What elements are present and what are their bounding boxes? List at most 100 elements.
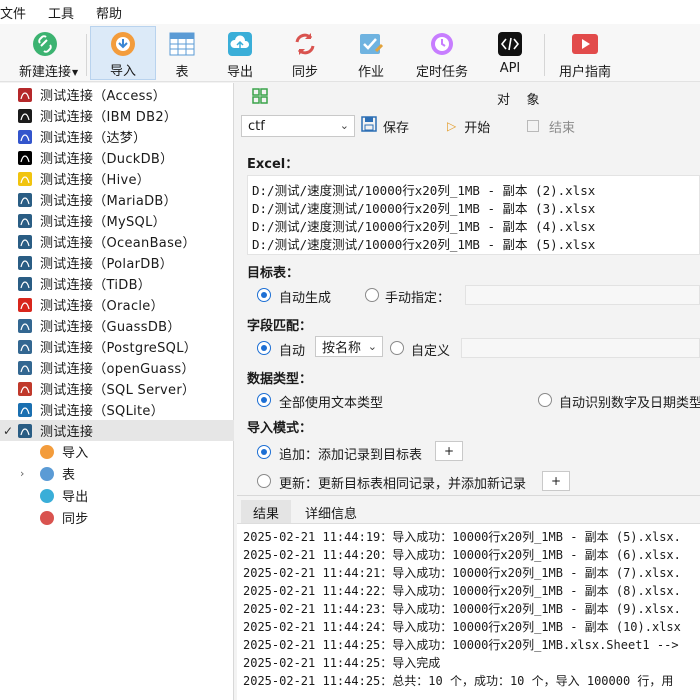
excel-file-list[interactable]: D:/测试/速度测试/10000行x20列_1MB - 副本 (2).xlsx … <box>247 175 700 255</box>
tree-item-label: 同步 <box>62 512 89 527</box>
save-button[interactable]: 保存 <box>361 115 409 137</box>
tree-item-connection[interactable]: 测试连接（达梦） <box>0 126 234 147</box>
tree-item-label: 测试连接（OceanBase） <box>40 236 196 251</box>
tree-item-connection[interactable]: 测试连接（TiDB） <box>0 273 234 294</box>
tree-item-child[interactable]: › 表 <box>0 463 234 484</box>
sync-icon <box>38 509 55 526</box>
auto-match-radio[interactable] <box>257 341 271 355</box>
log-line: 2025-02-21 11:44:22：导入成功：10000行x20列_1MB … <box>243 584 681 598</box>
import-button[interactable]: 导入 <box>90 26 156 80</box>
menu-tools[interactable]: 工具 <box>48 3 82 22</box>
append-options-button[interactable]: + <box>435 441 463 461</box>
tree-item-connection[interactable]: 测试连接（GuassDB） <box>0 315 234 336</box>
update-options-button[interactable]: + <box>542 471 570 491</box>
tree-item-connection[interactable]: 测试连接（openGuass） <box>0 357 234 378</box>
start-button[interactable]: ▷ 开始 <box>447 115 490 137</box>
custom-match-radio[interactable] <box>390 341 404 355</box>
tree-item-connection[interactable]: 测试连接（MariaDB） <box>0 189 234 210</box>
tree-item-label: 测试连接（SQLite） <box>40 404 165 419</box>
tree-item-connection[interactable]: 测试连接（PolarDB） <box>0 252 234 273</box>
target-table-input[interactable] <box>465 285 700 305</box>
sync-button[interactable]: 同步 <box>282 26 328 80</box>
scheduled-task-button[interactable]: 定时任务 <box>410 26 474 80</box>
manual-specify-label: 手动指定： <box>385 291 451 306</box>
tab-detail[interactable]: 详细信息 <box>293 500 369 524</box>
manual-specify-radio[interactable] <box>365 288 379 302</box>
job-label: 作业 <box>357 65 384 80</box>
export-button[interactable]: 导出 <box>216 26 264 80</box>
menu-file[interactable]: 文件 <box>0 3 34 22</box>
update-radio[interactable] <box>257 474 271 488</box>
tree-item-label: 测试连接 <box>40 425 94 440</box>
import-label: 导入 <box>109 64 136 79</box>
excel-file-item[interactable]: D:/测试/速度测试/10000行x20列_1MB - 副本 (4).xlsx <box>252 216 699 234</box>
custom-match-input[interactable] <box>461 338 700 358</box>
user-guide-button[interactable]: 用户指南 <box>552 26 618 80</box>
job-icon <box>357 30 385 58</box>
tree-item-child[interactable]: 同步 <box>0 507 234 528</box>
tree-item-child[interactable]: 导出 <box>0 485 234 506</box>
object-header: 对 象 <box>497 93 540 108</box>
log-output[interactable]: 2025-02-21 11:44:19：导入成功：10000行x20列_1MB … <box>237 523 700 700</box>
job-button[interactable]: 作业 <box>348 26 394 80</box>
auto-detect-radio[interactable] <box>538 393 552 407</box>
table-icon <box>38 465 55 482</box>
tree-item-child[interactable]: 导入 <box>0 441 234 462</box>
mysql-icon <box>16 212 33 229</box>
mariadb-icon <box>16 191 33 208</box>
table-button[interactable]: 表 <box>160 26 204 80</box>
stop-button[interactable]: 结束 <box>527 115 575 137</box>
excel-file-item[interactable]: D:/测试/速度测试/10000行x20列_1MB - 副本 (5).xlsx <box>252 234 699 252</box>
save-label: 保存 <box>383 120 410 136</box>
api-label: API <box>499 61 521 76</box>
scheduled-task-label: 定时任务 <box>415 65 468 80</box>
tree-item-connection[interactable]: 测试连接（Access） <box>0 84 234 105</box>
connection-select[interactable]: ctf ⌄ <box>241 115 355 137</box>
chevron-down-icon[interactable]: ▼ <box>72 68 78 77</box>
match-mode-value: 按名称 <box>322 341 362 356</box>
tree-item-connection[interactable]: 测试连接（DuckDB） <box>0 147 234 168</box>
excel-file-item[interactable]: D:/测试/速度测试/10000行x20列_1MB - 副本 (2).xlsx <box>252 180 699 198</box>
tree-item-connection[interactable]: 测试连接（MySQL） <box>0 210 234 231</box>
start-label: 开始 <box>464 120 491 136</box>
menu-help[interactable]: 帮助 <box>96 3 130 22</box>
tree-item-connection[interactable]: 测试连接（Oracle） <box>0 294 234 315</box>
code-icon <box>496 30 524 58</box>
tree-item-connection[interactable]: 测试连接（SQLite） <box>0 399 234 420</box>
oceanbase-icon <box>16 233 33 250</box>
chevron-right-icon[interactable]: › <box>20 467 24 480</box>
oracle-icon <box>16 296 33 313</box>
excel-file-item[interactable]: D:/测试/速度测试/10000行x20列_1MB - 副本 (3).xlsx <box>252 198 699 216</box>
match-mode-select[interactable]: 按名称 ⌄ <box>315 336 383 357</box>
tree-item-connection[interactable]: 测试连接（PostgreSQL） <box>0 336 234 357</box>
import-icon <box>109 31 137 57</box>
log-line: 2025-02-21 11:44:24：导入成功：10000行x20列_1MB … <box>243 620 681 634</box>
auto-generate-radio[interactable] <box>257 288 271 302</box>
link-icon <box>31 30 59 58</box>
toolbar: 新建连接 ▼ 导入 表 导出 同步 作业 定时任务 API 用户指南 <box>0 24 700 82</box>
all-text-radio[interactable] <box>257 393 271 407</box>
chevron-down-icon: ⌄ <box>367 340 377 353</box>
tab-result[interactable]: 结果 <box>241 500 292 524</box>
tree-item-connection[interactable]: 测试连接（IBM DB2） <box>0 105 234 126</box>
gaussdb-icon <box>16 317 33 334</box>
all-text-label: 全部使用文本类型 <box>279 396 384 411</box>
tree-item-label: 测试连接（GuassDB） <box>40 320 181 335</box>
connection-tree: 测试连接（Access） 测试连接（IBM DB2） 测试连接（达梦） 测试连接（Du… <box>0 83 234 700</box>
tree-item-label: 测试连接（Hive） <box>40 173 151 188</box>
tree-item-connection[interactable]: 测试连接（SQL Server） <box>0 378 234 399</box>
tree-item-label: 测试连接（DuckDB） <box>40 152 174 167</box>
append-radio[interactable] <box>257 445 271 459</box>
log-line: 2025-02-21 11:44:21：导入成功：10000行x20列_1MB … <box>243 566 681 580</box>
tree-item-connection[interactable]: 测试连接（Hive） <box>0 168 234 189</box>
tree-item-label: 测试连接（MySQL） <box>40 215 166 230</box>
tree-item-connection[interactable]: 测试连接（OceanBase） <box>0 231 234 252</box>
export-icon <box>38 487 55 504</box>
tree-item-connection[interactable]: ✓ 测试连接 <box>0 420 234 441</box>
tree-item-label: 测试连接（Access） <box>40 89 167 104</box>
api-button[interactable]: API <box>490 26 530 80</box>
tree-item-label: 测试连接（IBM DB2） <box>40 110 178 125</box>
duckdb-icon <box>16 149 33 166</box>
grid-icon[interactable] <box>252 88 268 108</box>
import-panel: 对 象 ctf ⌄ 保存 ▷ 开始 结束 Excel： D:/测试/速度测试/1… <box>237 83 700 700</box>
